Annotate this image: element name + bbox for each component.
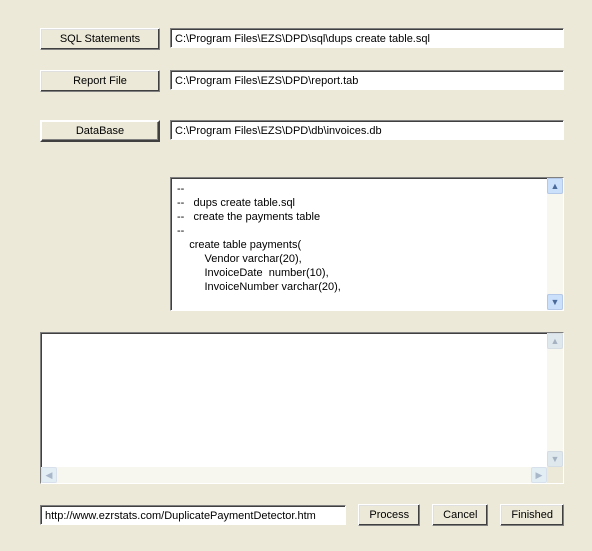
row-report: Report File C:\Program Files\EZS\DPD\rep… [40,70,564,92]
sql-preview-content: -- -- dups create table.sql -- create th… [171,178,547,310]
scroll-left-icon[interactable]: ◀ [41,467,57,483]
scroll-up-icon[interactable]: ▲ [547,178,563,194]
sql-preview-scrollbar[interactable]: ▲ ▼ [547,178,563,310]
bottom-row: http://www.ezrstats.com/DuplicatePayment… [40,504,564,526]
process-button[interactable]: Process [358,504,420,526]
row-database: DataBase C:\Program Files\EZS\DPD\db\inv… [40,120,564,142]
sql-statements-button[interactable]: SQL Statements [40,28,160,50]
sql-statements-field[interactable]: C:\Program Files\EZS\DPD\sql\dups create… [170,28,564,48]
report-file-button[interactable]: Report File [40,70,160,92]
log-output-content [41,333,547,467]
cancel-button[interactable]: Cancel [432,504,488,526]
sql-preview-box[interactable]: -- -- dups create table.sql -- create th… [170,177,564,311]
report-file-field[interactable]: C:\Program Files\EZS\DPD\report.tab [170,70,564,90]
scroll-down-icon[interactable]: ▼ [547,451,563,467]
scroll-corner [547,467,563,483]
dialog-body: SQL Statements C:\Program Files\EZS\DPD\… [0,0,592,551]
finished-button[interactable]: Finished [500,504,564,526]
database-field[interactable]: C:\Program Files\EZS\DPD\db\invoices.db [170,120,564,140]
log-vscrollbar[interactable]: ▲ ▼ [547,333,563,467]
scroll-right-icon[interactable]: ▶ [531,467,547,483]
scroll-up-icon[interactable]: ▲ [547,333,563,349]
scroll-track[interactable] [57,467,531,483]
log-output-box[interactable]: ▲ ▼ ◀ ▶ [40,332,564,484]
log-hscrollbar[interactable]: ◀ ▶ [41,467,563,483]
database-button[interactable]: DataBase [40,120,160,142]
url-field[interactable]: http://www.ezrstats.com/DuplicatePayment… [40,505,346,525]
row-sql: SQL Statements C:\Program Files\EZS\DPD\… [40,28,564,50]
scroll-track[interactable] [547,194,563,294]
scroll-track[interactable] [547,349,563,451]
scroll-down-icon[interactable]: ▼ [547,294,563,310]
